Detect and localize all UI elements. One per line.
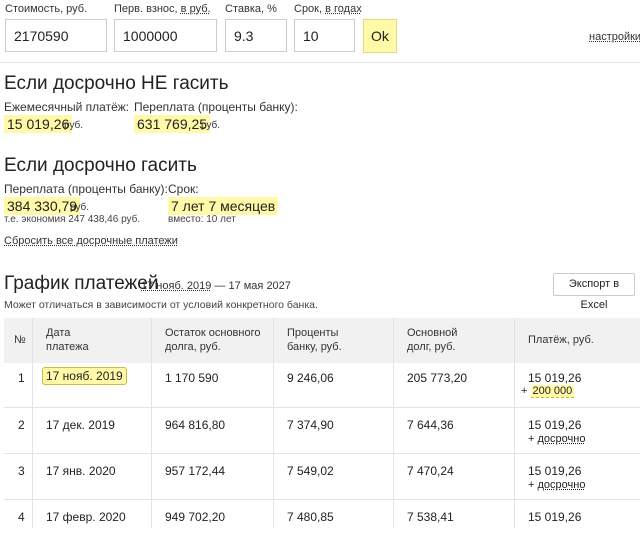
settings-link[interactable]: настройки [589, 31, 640, 43]
overpay-unit: руб. [201, 120, 221, 131]
monthly-payment-unit: руб. [64, 120, 84, 131]
row-interest: 7 549,02 [287, 464, 334, 478]
term-input[interactable] [294, 19, 355, 52]
early-overpay-value: 384 330,79 [4, 197, 81, 215]
row-date: 17 дек. 2019 [46, 418, 115, 432]
price-label: Стоимость, руб. [5, 3, 88, 15]
table-row: 2 17 дек. 2019 964 816,80 7 374,90 7 644… [4, 408, 640, 454]
reset-early-payments-link[interactable]: Сбросить все досрочные платежи [4, 235, 178, 247]
price-field: Стоимость, руб. [5, 0, 107, 52]
early-overpay-unit: руб. [70, 202, 90, 213]
table-header: № Дата платежа Остаток основного долга, … [4, 318, 640, 363]
col-date-header: Дата платежа [46, 327, 89, 353]
row-balance: 1 170 590 [165, 371, 219, 385]
early-term-instead: вместо: 10 лет [168, 214, 236, 225]
row-payment: 15 019,26 [528, 418, 582, 432]
term-label-text: Срок, [294, 3, 326, 15]
col-balance-header: Остаток основного долга, руб. [165, 327, 261, 353]
row-num: 2 [18, 418, 25, 432]
overpay-value: 631 769,25 [134, 115, 211, 133]
term-field: Срок, в годах [294, 0, 362, 52]
row-extra-payment: + досрочно [528, 479, 585, 491]
col-num-header: № [14, 334, 26, 346]
down-payment-label-text: Перв. взнос, [114, 3, 181, 15]
row-principal: 7 538,41 [407, 510, 454, 524]
term-unit-toggle[interactable]: в годах [325, 3, 362, 15]
early-heading: Если досрочно гасить [4, 155, 197, 176]
rate-input[interactable] [225, 19, 287, 52]
down-payment-unit-toggle[interactable]: в руб. [181, 3, 211, 15]
row-interest: 9 246,06 [287, 371, 334, 385]
schedule-end-date: 17 мая 2027 [228, 280, 291, 292]
row-interest: 7 374,90 [287, 418, 334, 432]
extra-payment-sign: + [528, 433, 535, 445]
price-input[interactable] [5, 19, 107, 52]
row-payment: 15 019,26 [528, 510, 582, 524]
schedule-start-date[interactable]: 17 нояб. 2019 [141, 280, 211, 292]
row-date: 17 нояб. 2019 [42, 367, 127, 385]
schedule-date-range: 17 нояб. 2019 — 17 мая 2027 [141, 280, 291, 292]
schedule-date-separator: — [211, 280, 229, 292]
col-principal-header: Основной долг, руб. [407, 327, 458, 353]
row-balance: 964 816,80 [165, 418, 226, 432]
col-payment-header: Платёж, руб. [528, 334, 594, 346]
extra-payment-amount[interactable]: 200 000 [530, 385, 575, 398]
row-payment: 15 019,26 [528, 371, 582, 385]
row-extra-payment: + досрочно [528, 433, 585, 445]
extra-payment-sign: + [521, 385, 528, 397]
extra-payment-sign: + [528, 479, 535, 491]
row-payment: 15 019,26 [528, 464, 582, 478]
row-principal: 7 644,36 [407, 418, 454, 432]
row-num: 1 [18, 371, 25, 385]
term-label: Срок, в годах [294, 0, 362, 18]
rate-label: Ставка, % [225, 3, 277, 15]
early-term-value: 7 лет 7 месяцев [168, 197, 279, 215]
row-num: 4 [18, 510, 25, 524]
col-interest-header: Проценты банку, руб. [287, 327, 342, 353]
row-date: 17 янв. 2020 [46, 464, 116, 478]
table-row: 1 17 нояб. 2019 1 170 590 9 246,06 205 7… [4, 363, 640, 408]
row-balance: 957 172,44 [165, 464, 226, 478]
no-early-heading: Если досрочно НЕ гасить [4, 73, 229, 94]
add-early-payment-link[interactable]: досрочно [538, 479, 586, 491]
early-overpay-label: Переплата (проценты банку): [4, 182, 168, 196]
row-principal: 205 773,20 [407, 371, 468, 385]
schedule-note: Может отличаться в зависимости от услови… [4, 299, 318, 311]
overpay-label: Переплата (проценты банку): [134, 100, 298, 114]
row-date-highlight[interactable]: 17 нояб. 2019 [42, 367, 127, 385]
add-early-payment-link[interactable]: досрочно [538, 433, 586, 445]
row-num: 3 [18, 464, 25, 478]
savings-text: т.е. экономия 247 438,46 руб. [4, 214, 141, 225]
down-payment-input[interactable] [114, 19, 217, 52]
rate-field: Ставка, % [225, 0, 287, 52]
schedule-heading: График платежей [4, 273, 159, 294]
table-row: 4 17 февр. 2020 949 702,20 7 480,85 7 53… [4, 500, 640, 545]
table-row: 3 17 янв. 2020 957 172,44 7 549,02 7 470… [4, 454, 640, 500]
export-excel-button[interactable]: Экспорт в Excel [553, 273, 635, 311]
row-interest: 7 480,85 [287, 510, 334, 524]
row-balance: 949 702,20 [165, 510, 226, 524]
ok-button[interactable]: Ok [363, 19, 397, 53]
row-extra-payment: + 200 000 [521, 385, 575, 398]
monthly-payment-label: Ежемесячный платёж: [4, 100, 130, 114]
down-payment-label: Перв. взнос, в руб. [114, 0, 211, 18]
down-payment-field: Перв. взнос, в руб. [114, 0, 217, 52]
monthly-payment-value: 15 019,26 [4, 115, 73, 133]
calculator-inputs-bar: Стоимость, руб. Перв. взнос, в руб. Став… [0, 0, 640, 63]
row-principal: 7 470,24 [407, 464, 454, 478]
early-term-label: Срок: [168, 182, 199, 196]
row-date: 17 февр. 2020 [46, 510, 126, 524]
